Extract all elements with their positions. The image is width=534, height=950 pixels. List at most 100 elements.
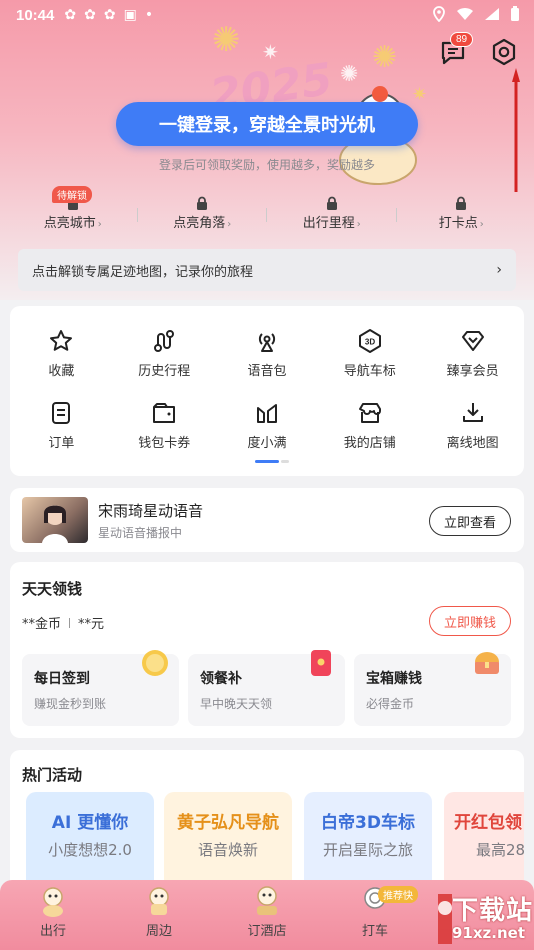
tab-label: 打车 <box>361 924 388 939</box>
watermark-text: 下载站 <box>452 896 534 926</box>
shortcut-label: 订单 <box>48 436 75 451</box>
page-indicator-active <box>255 460 279 463</box>
tab-label: 出行 <box>39 924 66 939</box>
task-title: 每日签到 <box>34 671 90 687</box>
signal-icon <box>485 8 499 20</box>
chevron-right-icon: › <box>227 219 232 230</box>
task-title: 领餐补 <box>200 671 242 687</box>
battery-icon <box>511 6 519 21</box>
shortcut-voice-pack[interactable]: 语音包 <box>216 316 319 379</box>
annotation-arrow <box>512 68 520 192</box>
wifi-icon <box>457 7 473 20</box>
nearby-mascot-icon <box>149 887 169 915</box>
feature-label: 点亮角落 › <box>173 216 232 231</box>
wallet-icon <box>153 403 176 423</box>
settings-gear-button[interactable] <box>488 36 520 68</box>
hot-activities-title: 热门活动 <box>22 766 83 784</box>
feature-label: 打卡点 › <box>438 216 484 231</box>
earn-now-button[interactable]: 立即赚钱 <box>429 606 511 636</box>
task-daily-checkin[interactable]: 每日签到 赚现金秒到账 <box>22 650 179 726</box>
page-indicator <box>281 460 289 463</box>
tab-hotel[interactable]: 订酒店 <box>232 884 302 939</box>
diamond-icon <box>461 331 484 351</box>
shortcut-label: 钱包卡券 <box>138 436 191 451</box>
task-title: 宝箱赚钱 <box>366 671 422 687</box>
task-meal-allowance[interactable]: 领餐补 早中晚天天领 <box>188 650 345 726</box>
task-subtitle: 必得金币 <box>366 697 415 711</box>
footprint-map-banner[interactable]: 点击解锁专属足迹地图，记录你的旅程 › <box>18 249 516 291</box>
shortcut-wallet-coupons[interactable]: 钱包卡券 <box>113 388 216 451</box>
notification-cloud-icon: ✿ <box>84 7 96 23</box>
message-count-badge: 89 <box>450 32 474 47</box>
locked-feature-row: 待解锁 点亮城市 › 点亮角落 › 出行里程 › 打卡点 › <box>8 186 526 238</box>
voice-thumbnail <box>22 497 88 543</box>
feature-travel-mileage[interactable]: 出行里程 › <box>267 186 397 238</box>
shortcut-orders[interactable]: 订单 <box>10 388 113 451</box>
activity-title: 开红包领 <box>454 813 522 833</box>
treasure-chest-icon <box>475 652 499 674</box>
star-icon <box>50 330 73 351</box>
shortcut-grid-card: 收藏 历史行程 语音包 3D 导航车标 臻享会员 订单 钱包卡券 度小满 我的店… <box>10 306 524 476</box>
download-icon <box>462 403 483 422</box>
shortcut-my-store[interactable]: 我的店铺 <box>318 388 421 451</box>
earn-balance: **金币 **元 <box>22 613 104 632</box>
notification-sim-icon: ▣ <box>123 7 137 23</box>
activity-title: 白帝3D车标 <box>321 813 415 833</box>
footprint-banner-text: 点击解锁专属足迹地图，记录你的旅程 <box>32 264 254 280</box>
svg-text:3D: 3D <box>365 338 375 347</box>
status-time: 10:44 <box>16 6 55 24</box>
cash-balance: **元 <box>78 617 105 632</box>
unlock-pending-badge: 待解锁 <box>52 186 92 203</box>
lock-icon <box>197 196 208 210</box>
lock-icon <box>456 196 467 210</box>
order-icon <box>52 402 71 424</box>
task-subtitle: 早中晚天天领 <box>200 697 273 711</box>
firework-decoration: ✺ <box>372 40 398 75</box>
coin-balance: **金币 <box>22 617 62 632</box>
view-now-button[interactable]: 立即查看 <box>429 506 511 536</box>
divider <box>69 618 71 628</box>
tab-nearby[interactable]: 周边 <box>124 884 194 939</box>
shortcut-label: 度小满 <box>247 436 287 451</box>
notification-cloud-icon: ✿ <box>103 7 116 23</box>
one-click-login-button[interactable]: 一键登录，穿越全景时光机 <box>116 102 418 146</box>
voice-pack-title: 宋雨琦星动语音 <box>98 502 204 520</box>
hotel-mascot-icon <box>257 886 277 915</box>
notification-cloud-icon: ✿ <box>64 7 77 23</box>
shortcut-label: 离线地图 <box>446 436 499 451</box>
feature-light-corner[interactable]: 点亮角落 › <box>138 186 267 238</box>
activity-title: AI 更懂你 <box>51 813 129 833</box>
voice-pack-subtitle: 星动语音播报中 <box>98 526 183 540</box>
gold-coin-icon <box>142 650 168 676</box>
shortcut-offline-map[interactable]: 离线地图 <box>421 388 524 451</box>
shortcut-favorites[interactable]: 收藏 <box>10 316 113 379</box>
tab-label: 订酒店 <box>247 924 287 939</box>
activity-subtitle: 语音焕新 <box>197 841 258 859</box>
shortcut-duxiaoman[interactable]: 度小满 <box>216 388 319 451</box>
shortcut-label: 我的店铺 <box>343 436 396 451</box>
shortcut-label: 臻享会员 <box>446 364 499 379</box>
activity-subtitle: 最高28 <box>476 841 524 859</box>
chevron-right-icon: › <box>496 262 502 278</box>
feature-label: 出行里程 › <box>302 216 361 231</box>
shortcut-nav-car-logo[interactable]: 3D 导航车标 <box>318 316 421 379</box>
chevron-right-icon: › <box>97 219 102 230</box>
shortcut-label: 语音包 <box>247 364 287 379</box>
shortcut-trip-history[interactable]: 历史行程 <box>113 316 216 379</box>
celebrity-voice-card[interactable]: 宋雨琦星动语音 星动语音播报中 立即查看 <box>10 488 524 552</box>
shortcut-label: 收藏 <box>48 364 75 379</box>
task-treasure-chest[interactable]: 宝箱赚钱 必得金币 <box>354 652 511 726</box>
feature-light-city[interactable]: 待解锁 点亮城市 › <box>8 186 138 238</box>
activity-subtitle: 开启星际之旅 <box>322 841 413 859</box>
earn-title: 天天领钱 <box>22 580 83 598</box>
leaf-icon <box>256 404 277 423</box>
feature-checkin-spots[interactable]: 打卡点 › <box>397 186 527 238</box>
activity-title: 黄子弘凡导航 <box>177 813 279 833</box>
shortcut-premium-member[interactable]: 臻享会员 <box>421 316 524 379</box>
shortcut-label: 历史行程 <box>138 364 191 379</box>
watermark-url: 91xz.net <box>452 924 526 942</box>
tab-label: 周边 <box>145 924 172 939</box>
tab-travel[interactable]: 出行 <box>18 884 88 939</box>
3d-icon: 3D <box>358 329 381 353</box>
red-envelope-icon <box>311 650 331 676</box>
